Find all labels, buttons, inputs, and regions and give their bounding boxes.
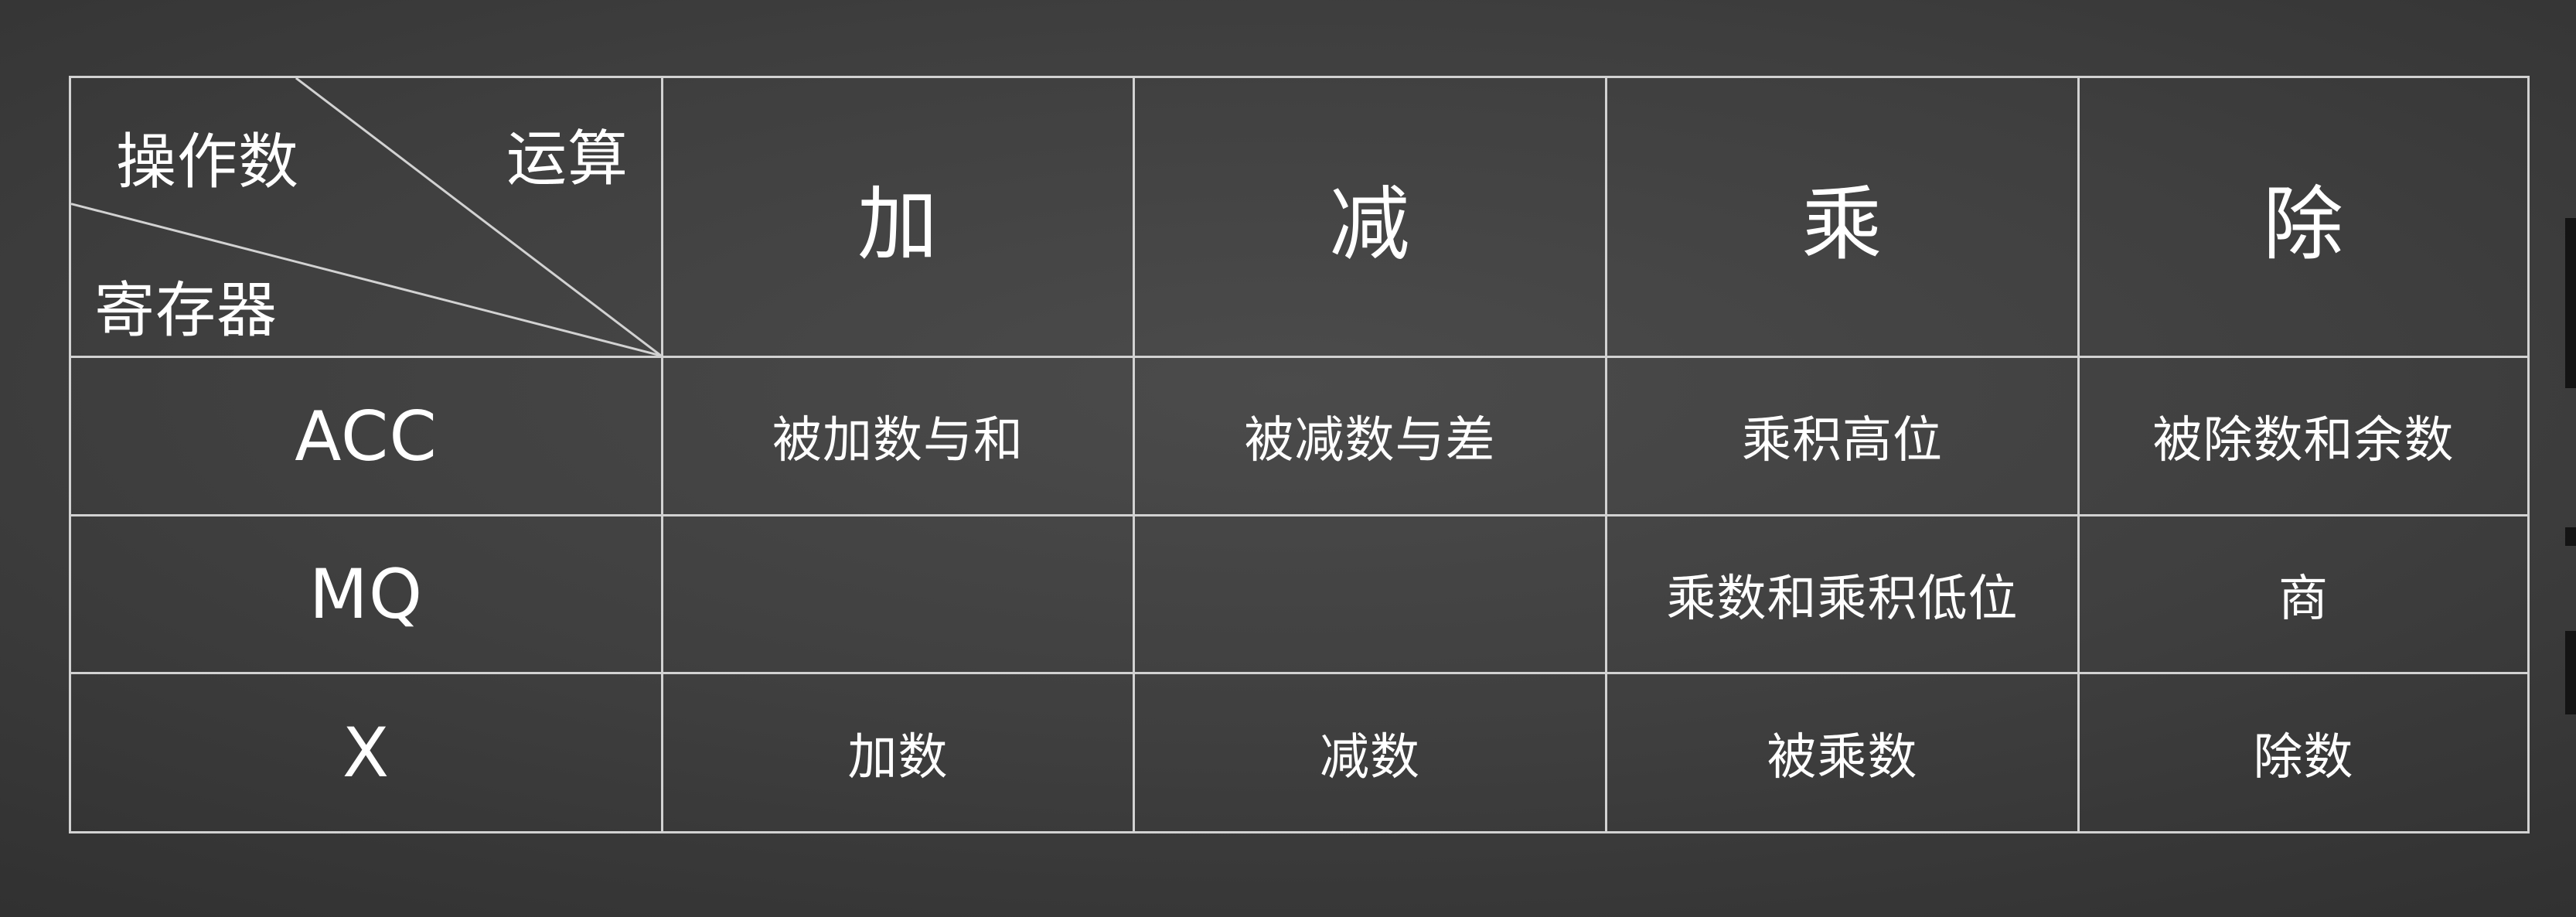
header-subtract: 减 bbox=[1133, 76, 1607, 358]
table-row-x: X 加数 减数 被乘数 除数 bbox=[69, 672, 2530, 833]
header-row: 操作数 运算 寄存器 加 减 乘 除 bbox=[69, 76, 2530, 358]
corner-header-cell: 操作数 运算 寄存器 bbox=[69, 76, 663, 358]
register-label-mq: MQ bbox=[69, 514, 663, 674]
table-cell bbox=[1133, 514, 1607, 674]
table-cell bbox=[661, 514, 1135, 674]
header-multiply: 乘 bbox=[1605, 76, 2080, 358]
table-cell: 减数 bbox=[1133, 672, 1607, 833]
table-cell: 被加数与和 bbox=[661, 356, 1135, 516]
corner-operand-label: 操作数 bbox=[116, 128, 300, 197]
edge-shadow-mark bbox=[2565, 631, 2576, 714]
edge-shadow-mark bbox=[2565, 218, 2576, 388]
register-label-acc: ACC bbox=[69, 356, 663, 516]
header-divide: 除 bbox=[2077, 76, 2530, 358]
table-cell: 加数 bbox=[661, 672, 1135, 833]
register-label-x: X bbox=[69, 672, 663, 833]
header-add: 加 bbox=[661, 76, 1135, 358]
table-cell: 乘积高位 bbox=[1605, 356, 2080, 516]
table-cell: 商 bbox=[2077, 514, 2530, 674]
corner-register-label: 寄存器 bbox=[94, 276, 278, 346]
table-row-acc: ACC 被加数与和 被减数与差 乘积高位 被除数和余数 bbox=[69, 356, 2530, 516]
table-cell: 被除数和余数 bbox=[2077, 356, 2530, 516]
edge-shadow-mark bbox=[2565, 527, 2576, 546]
table-cell: 乘数和乘积低位 bbox=[1605, 514, 2080, 674]
table-cell: 除数 bbox=[2077, 672, 2530, 833]
table-cell: 被乘数 bbox=[1605, 672, 2080, 833]
table-cell: 被减数与差 bbox=[1133, 356, 1607, 516]
table-row-mq: MQ 乘数和乘积低位 商 bbox=[69, 514, 2530, 674]
register-operation-table: 操作数 运算 寄存器 加 减 乘 除 ACC 被加数与和 被减数与差 乘积高位 … bbox=[69, 76, 2530, 833]
corner-operation-label: 运算 bbox=[506, 124, 629, 194]
